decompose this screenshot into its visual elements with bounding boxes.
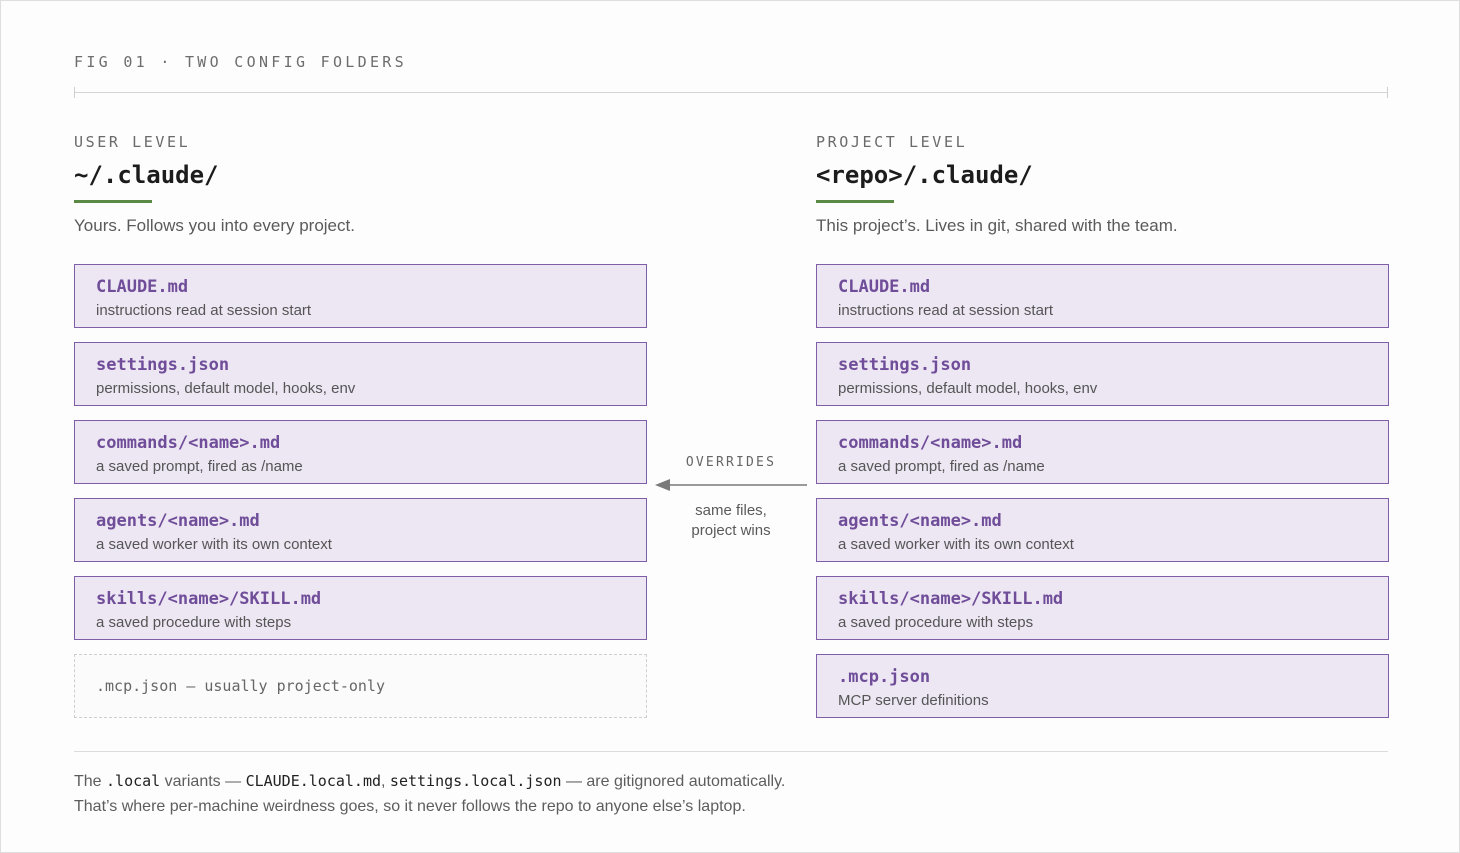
user-level-label: USER LEVEL: [74, 133, 191, 151]
file-description: a saved prompt, fired as /name: [838, 458, 1045, 475]
override-note-line1: same files,: [695, 502, 767, 519]
override-arrow-icon: [655, 479, 807, 491]
override-note-line2: project wins: [691, 522, 771, 539]
file-name: commands/<name>.md: [838, 433, 1023, 453]
project-file-mcp-json: .mcp.json MCP server definitions: [816, 654, 1389, 718]
project-file-agents: agents/<name>.md a saved worker with its…: [816, 498, 1389, 562]
figure-frame: FIG 01 · TWO CONFIG FOLDERS USER LEVEL ~…: [0, 0, 1460, 853]
file-name: CLAUDE.md: [838, 277, 931, 297]
footer-note-line1: The .local variants — CLAUDE.local.md, s…: [74, 772, 785, 791]
note-text: variants —: [160, 773, 246, 790]
note-text: — are gitignored automatically.: [561, 773, 786, 790]
user-file-skills: skills/<name>/SKILL.md a saved procedure…: [74, 576, 647, 640]
overrides-label: OVERRIDES: [685, 455, 777, 470]
figure-title: FIG 01 · TWO CONFIG FOLDERS: [74, 53, 407, 71]
file-description: instructions read at session start: [838, 302, 1054, 319]
file-name: skills/<name>/SKILL.md: [96, 589, 322, 609]
project-file-skills: skills/<name>/SKILL.md a saved procedure…: [816, 576, 1389, 640]
user-file-settings-json: settings.json permissions, default model…: [74, 342, 647, 406]
file-name: CLAUDE.md: [96, 277, 189, 297]
file-name: settings.json: [838, 355, 972, 375]
user-file-commands: commands/<name>.md a saved prompt, fired…: [74, 420, 647, 484]
title-rule: [74, 92, 1388, 93]
file-description: MCP server definitions: [838, 692, 989, 709]
rule-tick-left: [74, 87, 75, 98]
override-note: same files, project wins: [647, 501, 815, 541]
note-text: ,: [381, 773, 390, 790]
file-description: instructions read at session start: [96, 302, 312, 319]
file-name: agents/<name>.md: [96, 511, 260, 531]
note-code: CLAUDE.local.md: [245, 772, 382, 790]
user-folder-description: Yours. Follows you into every project.: [74, 216, 355, 235]
file-description: a saved procedure with steps: [838, 614, 1034, 631]
footer-note-line2: That’s where per-machine weirdness goes,…: [74, 798, 746, 815]
note-text: The: [74, 773, 107, 790]
project-file-settings-json: settings.json permissions, default model…: [816, 342, 1389, 406]
project-file-commands: commands/<name>.md a saved prompt, fired…: [816, 420, 1389, 484]
file-name: agents/<name>.md: [838, 511, 1002, 531]
file-description: permissions, default model, hooks, env: [96, 380, 356, 397]
file-name: skills/<name>/SKILL.md: [838, 589, 1064, 609]
note-code: settings.local.json: [389, 772, 562, 790]
project-path-underline: [816, 200, 894, 203]
file-description: a saved prompt, fired as /name: [96, 458, 303, 475]
project-file-claude-md: CLAUDE.md instructions read at session s…: [816, 264, 1389, 328]
file-description: permissions, default model, hooks, env: [838, 380, 1098, 397]
project-folder-description: This project’s. Lives in git, shared wit…: [816, 216, 1178, 235]
project-folder-path: <repo>/.claude/: [816, 161, 1033, 189]
footer-rule: [74, 751, 1388, 752]
user-mcp-placeholder: .mcp.json — usually project-only: [74, 654, 647, 718]
file-name: settings.json: [96, 355, 230, 375]
file-name: .mcp.json: [838, 667, 931, 687]
rule-tick-right: [1387, 87, 1388, 98]
user-file-claude-md: CLAUDE.md instructions read at session s…: [74, 264, 647, 328]
user-path-underline: [74, 200, 152, 203]
placeholder-text: .mcp.json — usually project-only: [96, 677, 385, 695]
project-level-label: PROJECT LEVEL: [816, 133, 968, 151]
user-folder-path: ~/.claude/: [74, 161, 219, 189]
file-name: commands/<name>.md: [96, 433, 281, 453]
file-description: a saved procedure with steps: [96, 614, 292, 631]
note-code: .local: [106, 772, 161, 790]
file-description: a saved worker with its own context: [96, 536, 332, 553]
user-file-agents: agents/<name>.md a saved worker with its…: [74, 498, 647, 562]
file-description: a saved worker with its own context: [838, 536, 1074, 553]
